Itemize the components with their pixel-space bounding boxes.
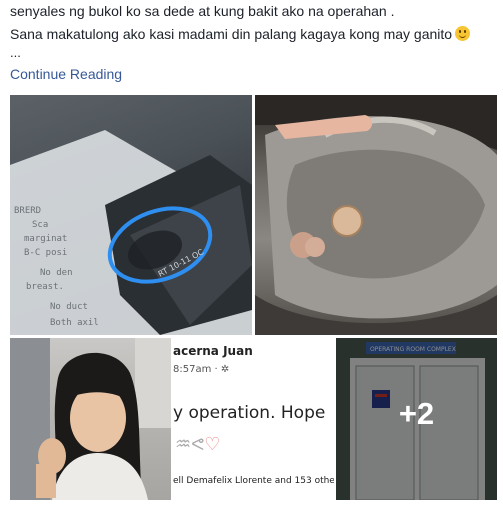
report-text-line: Both axil: [50, 318, 99, 328]
continue-reading-link[interactable]: Continue Reading: [10, 66, 122, 82]
shared-post-reactions: ♒ᕙ♡: [175, 434, 220, 455]
shared-post-time-text: 8:57am ·: [173, 364, 221, 375]
shared-post-headline: y operation. Hope: [173, 403, 326, 423]
report-text-line: Sca: [32, 220, 48, 230]
clapping-hands-icon: ♒: [175, 434, 192, 455]
shared-post-time: 8:57am · ✲: [173, 364, 229, 375]
post-line-2-text: Sana makatulong ako kasi madami din pala…: [10, 26, 453, 42]
report-text-line: BRERD: [14, 206, 41, 216]
globe-icon: ✲: [220, 364, 230, 375]
post-line-1: senyales ng bukol ko sa dede at kung bak…: [10, 3, 395, 19]
basin-scene: [255, 95, 497, 335]
report-text-line: breast.: [26, 282, 64, 292]
more-photos-count[interactable]: +2: [336, 396, 497, 432]
heart-icon: ♡: [204, 434, 221, 455]
photo-portrait[interactable]: [10, 338, 171, 500]
photo-grid: RT 10-11 OC BRERD Sca marginat B-C posi …: [10, 95, 497, 500]
portrait-scene: [10, 338, 171, 500]
post-line-2: Sana makatulong ako kasi madami din pala…: [10, 23, 495, 46]
report-text-line: B-C posi: [24, 248, 67, 258]
photo-kidney-basin[interactable]: [255, 95, 497, 335]
ultrasound-scene: RT 10-11 OC BRERD Sca marginat B-C posi …: [10, 130, 252, 335]
smiley-emoji-icon: [455, 26, 471, 41]
shared-post-footer: ell Demafelix Llorente and 153 other: [173, 476, 334, 486]
report-text-line: No duct: [50, 302, 88, 312]
photo-shared-post[interactable]: acerna Juan 8:57am · ✲ y operation. Hope…: [173, 338, 334, 500]
report-text-line: No den: [40, 268, 73, 278]
truncation-ellipsis: ...: [10, 45, 21, 60]
photo-operating-room[interactable]: OPERATING ROOM COMPLEX +2: [336, 338, 497, 500]
photo-ultrasound[interactable]: RT 10-11 OC BRERD Sca marginat B-C posi …: [10, 95, 252, 335]
post-body-text: senyales ng bukol ko sa dede at kung bak…: [10, 0, 495, 46]
report-text-line: marginat: [24, 234, 67, 244]
shared-post-author: acerna Juan: [173, 344, 253, 358]
flexed-arm-icon: ᕙ: [191, 434, 205, 455]
